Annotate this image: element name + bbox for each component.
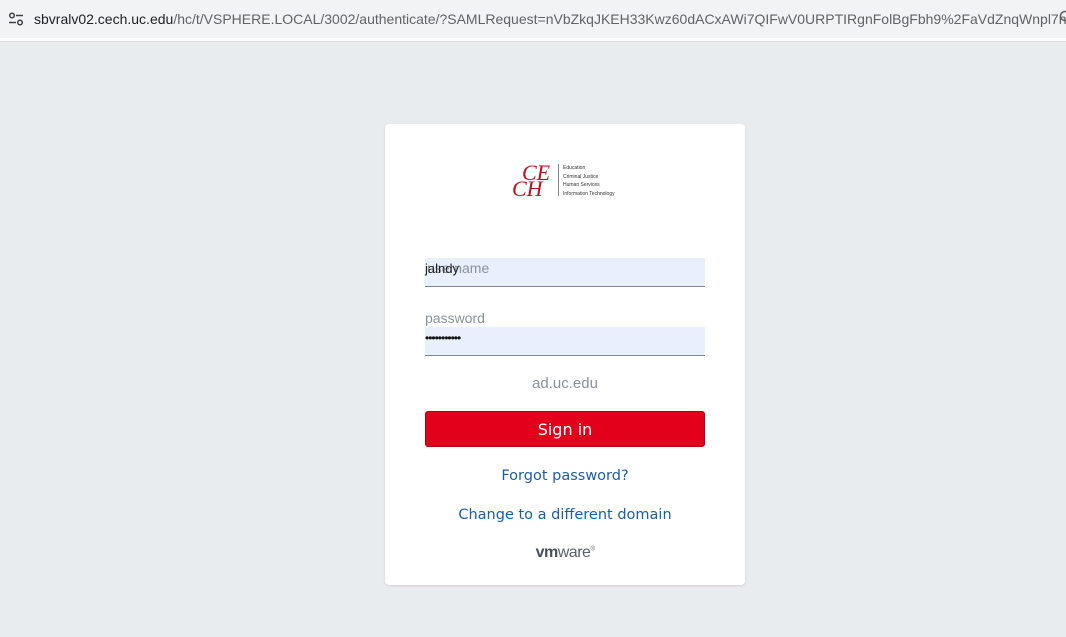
password-label: password xyxy=(425,310,485,326)
url-text[interactable]: sbvralv02.cech.uc.edu/hc/t/VSPHERE.LOCAL… xyxy=(34,11,1066,27)
username-value: jalndy xyxy=(425,261,459,276)
forgot-password-link[interactable]: Forgot password? xyxy=(385,468,745,484)
logo-text: Education Criminal Justice Human Service… xyxy=(563,164,615,198)
logo-line: Criminal Justice xyxy=(563,173,599,180)
vmware-logo: vmware® xyxy=(535,544,595,561)
cech-logo-mark: CE CH xyxy=(512,160,556,201)
tune-icon[interactable] xyxy=(8,8,24,30)
logo-line: Information Technology xyxy=(563,190,615,197)
browser-address-bar: sbvralv02.cech.uc.edu/hc/t/VSPHERE.LOCAL… xyxy=(0,0,1066,42)
logo-mark-bottom: CH xyxy=(512,176,543,201)
url-path: /hc/t/VSPHERE.LOCAL/3002/authenticate/?S… xyxy=(173,11,1066,27)
url-host: sbvralv02.cech.uc.edu xyxy=(34,11,174,27)
search-icon[interactable] xyxy=(1058,10,1066,27)
sign-in-button[interactable]: Sign in xyxy=(425,411,705,447)
password-value: ••••••••••• xyxy=(425,331,461,345)
omnibox[interactable]: sbvralv02.cech.uc.edu/hc/t/VSPHERE.LOCAL… xyxy=(0,0,1066,38)
password-field[interactable] xyxy=(425,327,705,356)
domain-label: ad.uc.edu xyxy=(532,375,598,392)
logo-line: Education xyxy=(563,165,586,171)
logo-divider xyxy=(558,164,559,196)
logo-line: Human Services xyxy=(563,182,600,188)
change-domain-link[interactable]: Change to a different domain xyxy=(385,507,745,523)
login-card: CE CH Education Criminal Justice Human S… xyxy=(385,124,745,585)
cech-logo: CE CH Education Criminal Justice Human S… xyxy=(512,160,622,201)
